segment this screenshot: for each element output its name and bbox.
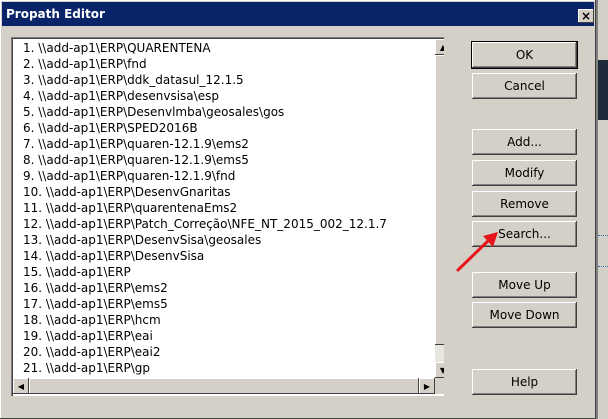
scroll-left-button[interactable]: ◀ xyxy=(13,378,29,394)
list-item[interactable]: 7. \\add-ap1\ERP\quaren-12.1.9\ems2 xyxy=(23,136,431,152)
remove-button[interactable]: Remove xyxy=(472,191,577,217)
window-title: Propath Editor xyxy=(6,7,105,21)
horizontal-scroll-thumb[interactable] xyxy=(29,378,419,394)
background-dark-panel xyxy=(598,60,608,120)
title-bar[interactable]: Propath Editor × xyxy=(2,2,594,26)
list-item[interactable]: 14. \\add-ap1\ERP\DesenvSisa xyxy=(23,248,431,264)
add-button[interactable]: Add... xyxy=(472,129,577,155)
annotation-arrow-shaft xyxy=(456,237,492,272)
scroll-right-button[interactable]: ▶ xyxy=(419,378,435,394)
background-window-edge xyxy=(596,0,608,419)
red-arrow-annotation xyxy=(456,232,498,272)
modify-button[interactable]: Modify xyxy=(472,160,577,186)
list-item[interactable]: 2. \\add-ap1\ERP\fnd xyxy=(23,56,431,72)
scroll-left-icon: ◀ xyxy=(17,381,25,391)
list-item[interactable]: 8. \\add-ap1\ERP\quaren-12.1.9\ems5 xyxy=(23,152,431,168)
propath-listbox[interactable]: 1. \\add-ap1\ERP\QUARENTENA 2. \\add-ap1\… xyxy=(11,37,444,396)
list-item[interactable]: 12. \\add-ap1\ERP\Patch_Correção\NFE_NT_… xyxy=(23,216,431,232)
list-item[interactable]: 11. \\add-ap1\ERP\quarentenaEms2 xyxy=(23,200,431,216)
list-item[interactable]: 21. \\add-ap1\ERP\gp xyxy=(23,360,431,376)
list-item[interactable]: 15. \\add-ap1\ERP xyxy=(23,264,431,280)
scroll-up-icon: ▲ xyxy=(439,42,444,52)
scroll-down-icon: ▼ xyxy=(439,365,444,375)
vertical-scroll-thumb[interactable] xyxy=(435,55,444,345)
list-item[interactable]: 3. \\add-ap1\ERP\ddk_datasul_12.1.5 xyxy=(23,72,431,88)
cancel-button[interactable]: Cancel xyxy=(472,73,577,99)
list-item[interactable]: 20. \\add-ap1\ERP\eai2 xyxy=(23,344,431,360)
propath-list[interactable]: 1. \\add-ap1\ERP\QUARENTENA 2. \\add-ap1\… xyxy=(23,40,431,376)
list-item[interactable]: 6. \\add-ap1\ERP\SPED2016B xyxy=(23,120,431,136)
ok-button[interactable]: OK xyxy=(472,42,577,68)
propath-editor-dialog: Propath Editor × 1. \\add-ap1\ERP\QUAREN… xyxy=(0,0,596,419)
list-item[interactable]: 9. \\add-ap1\ERP\quaren-12.1.9\fnd xyxy=(23,168,431,184)
close-icon: × xyxy=(580,9,592,23)
list-item[interactable]: 16. \\add-ap1\ERP\ems2 xyxy=(23,280,431,296)
list-item[interactable]: 1. \\add-ap1\ERP\QUARENTENA xyxy=(23,40,431,56)
move-down-button[interactable]: Move Down xyxy=(472,302,577,328)
horizontal-scrollbar[interactable]: ◀ ▶ xyxy=(13,378,435,394)
close-button[interactable]: × xyxy=(578,9,594,23)
list-item[interactable]: 4. \\add-ap1\ERP\desenvsisa\esp xyxy=(23,88,431,104)
vertical-scrollbar[interactable]: ▲ ▼ xyxy=(435,39,444,378)
scroll-down-button[interactable]: ▼ xyxy=(435,362,444,378)
list-item[interactable]: 10. \\add-ap1\ERP\DesenvGnaritas xyxy=(23,184,431,200)
list-item[interactable]: 19. \\add-ap1\ERP\eai xyxy=(23,328,431,344)
list-item[interactable]: 5. \\add-ap1\ERP\Desenvlmba\geosales\gos xyxy=(23,104,431,120)
list-item[interactable]: 17. \\add-ap1\ERP\ems5 xyxy=(23,296,431,312)
help-button[interactable]: Help xyxy=(472,369,577,395)
scroll-right-icon: ▶ xyxy=(423,381,431,391)
list-item[interactable]: 18. \\add-ap1\ERP\hcm xyxy=(23,312,431,328)
scroll-up-button[interactable]: ▲ xyxy=(435,39,444,55)
list-item[interactable]: 13. \\add-ap1\ERP\DesenvSisa\geosales xyxy=(23,232,431,248)
background-dotted-lines xyxy=(598,235,608,267)
scrollbar-corner xyxy=(435,378,444,394)
